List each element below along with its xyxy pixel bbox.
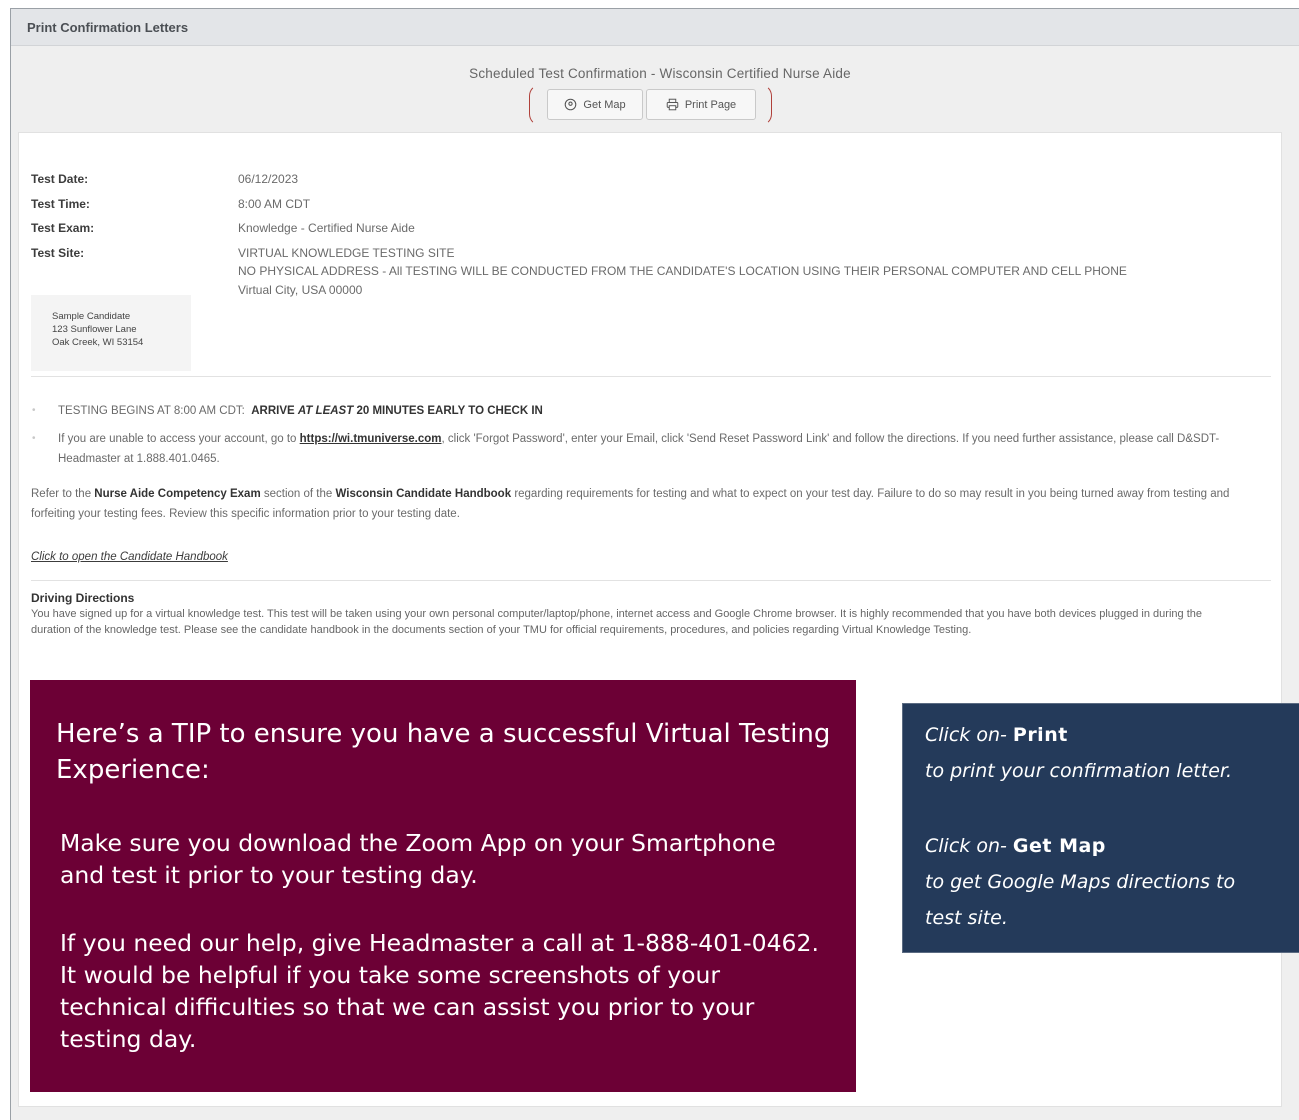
test-exam-label: Test Exam:: [31, 221, 95, 235]
panel-title: Print Confirmation Letters: [11, 9, 1299, 46]
get-map-button[interactable]: Get Map: [547, 89, 643, 120]
account-help-text: If you are unable to access your account…: [58, 433, 297, 445]
handbook-reference: Refer to the Nurse Aide Competency Exam …: [31, 484, 1261, 524]
test-details: Test Date: 06/12/2023 Test Time: 8:00 AM…: [31, 167, 1127, 299]
location-pin-icon: [565, 98, 577, 111]
driving-directions-text: You have signed up for a virtual knowled…: [31, 608, 1202, 636]
test-site-row: Test Site: VIRTUAL KNOWLEDGE TESTING SIT…: [31, 241, 1127, 300]
exam-section-name: Nurse Aide Competency Exam: [94, 488, 261, 500]
tip-heading: Here’s a TIP to ensure you have a succes…: [56, 719, 831, 785]
candidate-address: Sample Candidate 123 Sunflower Lane Oak …: [31, 295, 191, 371]
early-checkin-text: 20 MINUTES EARLY TO CHECK IN: [356, 405, 543, 417]
arrive-text: ARRIVE: [251, 405, 295, 417]
map-instruction: Click on- Get Map: [925, 835, 1106, 857]
print-description: to print your confirmation letter.: [925, 760, 1233, 782]
print-word: Print: [1012, 724, 1068, 746]
refer-text: Refer to the: [31, 488, 92, 500]
checkin-time-text: TESTING BEGINS AT 8:00 AM CDT:: [58, 405, 245, 417]
test-date-label: Test Date:: [31, 172, 89, 186]
test-time-value: 8:00 AM CDT: [238, 196, 311, 211]
instructions-callout: Click on- Print to print your confirmati…: [902, 703, 1299, 953]
list-item: If you are unable to access your account…: [32, 429, 1252, 469]
tip-help-text: If you need our help, give Headmaster a …: [60, 929, 819, 1053]
print-page-label: Print Page: [684, 98, 737, 111]
candidate-handbook-link[interactable]: Click to open the Candidate Handbook: [31, 551, 228, 563]
list-item: TESTING BEGINS AT 8:00 AM CDT: ARRIVE AT…: [32, 401, 1252, 421]
confirmation-subtitle: Scheduled Test Confirmation - Wisconsin …: [469, 66, 851, 81]
handbook-name: Wisconsin Candidate Handbook: [335, 488, 512, 500]
refer-text: section of the: [263, 488, 333, 500]
divider: [31, 376, 1271, 377]
map-description-cont: test site.: [925, 907, 1008, 929]
site-address: NO PHYSICAL ADDRESS - All TESTING WILL B…: [238, 264, 1127, 278]
test-site-value: VIRTUAL KNOWLEDGE TESTING SITE NO PHYSIC…: [238, 241, 1127, 300]
click-on-text: Click on-: [925, 835, 1007, 857]
instructions-list: TESTING BEGINS AT 8:00 AM CDT: ARRIVE AT…: [32, 401, 1252, 469]
test-date-row: Test Date: 06/12/2023: [31, 167, 1127, 192]
test-site-label: Test Site:: [31, 245, 85, 260]
site-name: VIRTUAL KNOWLEDGE TESTING SITE: [238, 245, 455, 260]
virtual-testing-tip-banner: Here’s a TIP to ensure you have a succes…: [30, 680, 856, 1092]
candidate-street: 123 Sunflower Lane: [52, 324, 137, 335]
site-city: Virtual City, USA 00000: [238, 282, 363, 297]
test-exam-row: Test Exam: Knowledge - Certified Nurse A…: [31, 216, 1127, 241]
candidate-name: Sample Candidate: [52, 311, 131, 322]
tmuniverse-link[interactable]: https://wi.tmuniverse.com: [300, 433, 442, 445]
divider: [31, 580, 1271, 581]
map-description: to get Google Maps directions to: [925, 871, 1236, 893]
candidate-city: Oak Creek, WI 53154: [52, 337, 144, 348]
print-page-button[interactable]: Print Page: [646, 89, 756, 120]
tip-zoom-text: Make sure you download the Zoom App on y…: [60, 829, 776, 889]
get-map-label: Get Map: [583, 98, 626, 111]
test-date-value: 06/12/2023: [238, 172, 299, 186]
driving-directions-heading: Driving Directions: [31, 591, 135, 605]
at-least-text: AT LEAST: [297, 405, 354, 417]
test-time-label: Test Time:: [31, 196, 90, 211]
test-time-row: Test Time: 8:00 AM CDT: [31, 192, 1127, 217]
test-exam-value: Knowledge - Certified Nurse Aide: [238, 221, 415, 235]
click-on-text: Click on-: [925, 724, 1007, 746]
driving-directions: Driving Directions You have signed up fo…: [31, 590, 1241, 638]
print-instruction: Click on- Print: [925, 724, 1068, 746]
printer-icon: [666, 98, 679, 111]
get-map-word: Get Map: [1012, 835, 1106, 857]
